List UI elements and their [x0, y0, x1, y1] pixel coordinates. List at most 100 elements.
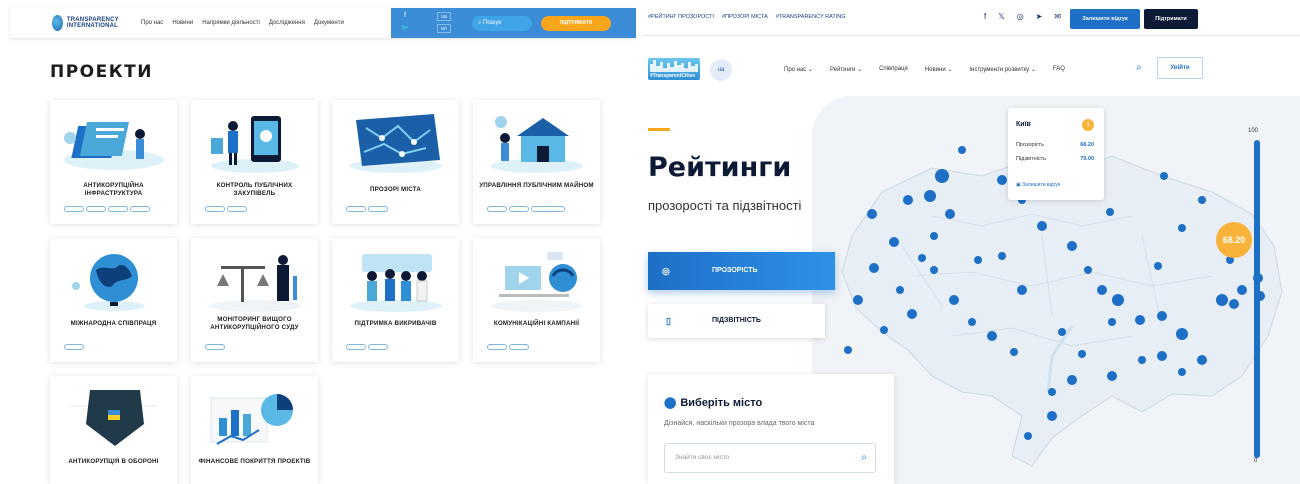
nav-item-cooperation[interactable]: Співпраця	[879, 66, 908, 73]
city-dot[interactable]	[844, 346, 852, 354]
city-dot[interactable]	[1157, 311, 1167, 321]
city-dot[interactable]	[1067, 375, 1077, 385]
mail-icon[interactable]: ✉	[1054, 12, 1061, 21]
city-dot[interactable]	[867, 209, 877, 219]
hashtag-rating[interactable]: #РЕЙТИНГ ПРОЗОРОСТІ	[648, 14, 714, 20]
project-card[interactable]: ПІДТРИМКА ВИКРИВАЧІВ	[332, 238, 459, 362]
city-dot[interactable]	[1229, 299, 1239, 309]
city-dot[interactable]	[1178, 368, 1186, 376]
city-dot[interactable]	[1138, 356, 1146, 364]
city-dot[interactable]	[958, 146, 966, 154]
project-card[interactable]: АНТИКОРУПЦІЙНА ІНФРАСТРУКТУРА	[50, 100, 177, 224]
city-dot[interactable]	[968, 318, 976, 326]
project-card[interactable]: КОМУНІКАЦІЙНІ КАМПАНІЇ	[473, 238, 600, 362]
city-dot[interactable]	[1037, 221, 1047, 231]
project-card[interactable]: МІЖНАРОДНА СПІВПРАЦЯ	[50, 238, 177, 362]
city-dot[interactable]	[1010, 348, 1018, 356]
nav-item-research[interactable]: Дослідження	[269, 20, 305, 26]
city-dot[interactable]	[1154, 262, 1162, 270]
city-dot[interactable]	[1107, 371, 1117, 381]
slider-value-bubble[interactable]: 68.20	[1216, 222, 1252, 258]
nav-item-directions[interactable]: Напрямки діяльності	[202, 20, 260, 26]
city-dot[interactable]	[869, 263, 879, 273]
city-dot[interactable]	[1176, 328, 1188, 340]
city-dot[interactable]	[924, 190, 936, 202]
nav-item-news[interactable]: Новини	[172, 20, 193, 26]
tooltip-review-link[interactable]: ▣ Залишити відгук	[1016, 182, 1060, 188]
hashtag-cities[interactable]: #ПРОЗОРІ МІСТА	[722, 14, 768, 20]
city-dot[interactable]	[1024, 432, 1032, 440]
support-button[interactable]: ПІДТРИМАТИ	[541, 16, 611, 31]
facebook-icon[interactable]: f	[404, 11, 406, 20]
city-dot[interactable]	[1198, 196, 1206, 204]
city-dot[interactable]	[1067, 241, 1077, 251]
leave-review-button[interactable]: Залишити відгук	[1070, 9, 1140, 29]
city-dot[interactable]	[930, 232, 938, 240]
city-dot[interactable]	[1160, 172, 1168, 180]
city-dot[interactable]	[1106, 208, 1114, 216]
city-dot[interactable]	[907, 309, 917, 319]
city-dot[interactable]	[1237, 285, 1247, 295]
city-dot[interactable]	[1112, 294, 1124, 306]
transparent-cities-logo[interactable]: #TransparentCities	[648, 58, 700, 80]
city-dot[interactable]	[1017, 285, 1027, 295]
nav-item-about[interactable]: Про нас ⌄	[784, 66, 813, 73]
city-dot[interactable]	[1197, 355, 1207, 365]
city-dot[interactable]	[1178, 224, 1186, 232]
login-button[interactable]: Увійти	[1157, 57, 1203, 79]
project-card[interactable]: ФІНАНСОВЕ ПОКРИТТЯ ПРОЕКТІВ	[191, 376, 318, 484]
project-card[interactable]: УПРАВЛІННЯ ПУБЛІЧНИМ МАЙНОМ	[473, 100, 600, 224]
city-dot[interactable]	[880, 326, 888, 334]
project-card[interactable]: КОНТРОЛЬ ПУБЛІЧНИХ ЗАКУПІВЕЛЬ	[191, 100, 318, 224]
city-dot[interactable]	[949, 295, 959, 305]
search-icon[interactable]: ⌕	[861, 444, 867, 472]
city-dot[interactable]	[1157, 351, 1167, 361]
lang-en[interactable]: en	[437, 24, 451, 33]
nav-item-ratings[interactable]: Рейтинги ⌄	[830, 66, 862, 73]
city-dot[interactable]	[1048, 388, 1056, 396]
city-dot[interactable]	[1047, 411, 1057, 421]
city-dot[interactable]	[1058, 328, 1066, 336]
project-card[interactable]: АНТИКОРУПЦІЯ В ОБОРОНІ	[50, 376, 177, 484]
transparency-tab[interactable]: ◎ ПРОЗОРІСТЬ	[648, 252, 835, 290]
city-dot[interactable]	[945, 209, 955, 219]
twitter-icon[interactable]: 𝕏	[998, 12, 1004, 21]
city-dot[interactable]	[896, 286, 904, 294]
city-dot[interactable]	[918, 254, 926, 262]
city-dot[interactable]	[1084, 266, 1092, 274]
score-slider-track[interactable]	[1254, 140, 1260, 458]
city-search-input[interactable]: Знайти своє місто ⌕	[664, 443, 876, 473]
city-dot[interactable]	[1108, 318, 1116, 326]
project-card[interactable]: ПРОЗОРІ МІСТА	[332, 100, 459, 224]
nav-item-news[interactable]: Новини ⌄	[925, 66, 953, 73]
search-icon[interactable]: ⌕	[1136, 62, 1142, 73]
city-dot[interactable]	[987, 331, 997, 341]
instagram-icon[interactable]: ◎	[1017, 12, 1024, 21]
city-dot[interactable]	[903, 195, 913, 205]
city-dot[interactable]	[1216, 294, 1228, 306]
language-toggle[interactable]: ua	[710, 59, 732, 81]
city-dot[interactable]	[1135, 315, 1145, 325]
search-button[interactable]: ⌕ Пошук	[472, 16, 532, 31]
city-dot[interactable]	[935, 169, 949, 183]
ti-logo[interactable]: TRANSPARENCY INTERNATIONAL	[52, 14, 138, 32]
twitter-icon[interactable]: 🐦	[401, 24, 410, 33]
city-dot[interactable]	[853, 295, 863, 305]
city-dot[interactable]	[889, 237, 899, 247]
nav-item-faq[interactable]: FAQ	[1053, 66, 1065, 73]
facebook-icon[interactable]: f	[984, 12, 986, 21]
city-dot[interactable]	[998, 252, 1006, 260]
city-dot[interactable]	[1078, 350, 1086, 358]
city-dot[interactable]	[974, 256, 982, 264]
nav-item-about[interactable]: Про нас	[141, 20, 163, 26]
hashtag-transparency[interactable]: #TRANSPARENCY RATING	[776, 14, 846, 20]
support-button[interactable]: Підтримати	[1144, 9, 1198, 29]
accountability-tab[interactable]: ▯ ПІДЗВІТНІСТЬ	[648, 304, 825, 338]
telegram-icon[interactable]: ➤	[1036, 12, 1043, 21]
nav-item-tools[interactable]: Інструменти розвитку ⌄	[969, 66, 1036, 73]
city-dot[interactable]	[997, 175, 1007, 185]
nav-item-documents[interactable]: Документи	[314, 20, 344, 26]
city-dot[interactable]	[930, 266, 938, 274]
project-card[interactable]: МОНІТОРИНГ ВИЩОГО АНТИКОРУПЦІЙНОГО СУДУ	[191, 238, 318, 362]
lang-ua[interactable]: ua	[437, 12, 451, 21]
